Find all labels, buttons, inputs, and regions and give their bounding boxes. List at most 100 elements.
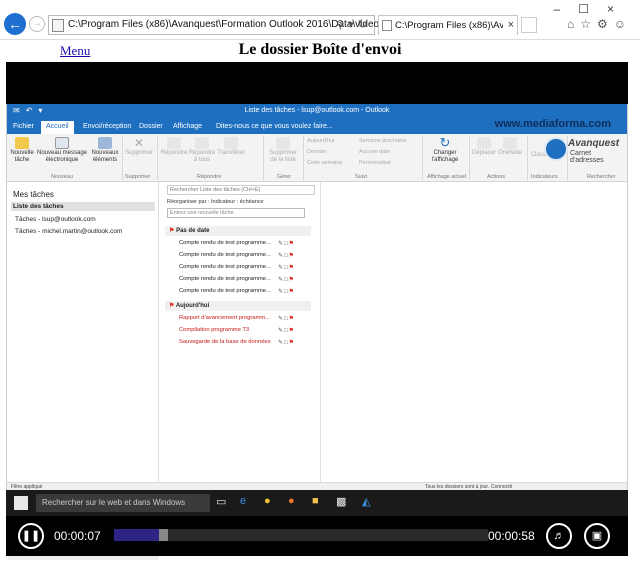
firefox-icon[interactable]: ● [288,495,295,507]
new-email-button[interactable]: Nouveau message électronique [35,137,89,164]
group-header-today[interactable]: ⚑ Aujourd'hui [165,301,311,311]
tab-fichier[interactable]: Fichier [13,123,34,130]
forward-button[interactable]: → [29,16,45,32]
delete-x-icon: ✕ [133,136,145,150]
task-row-overdue[interactable]: Sauvegarde de la base de données [179,339,271,345]
window-controls[interactable]: –☐× [554,2,632,16]
outlook-window-title: Liste des tâches - lsup@outlook.com - Ou… [244,107,390,114]
task-row-overdue[interactable]: Rapport d'avancement programm... [179,315,270,321]
separator [263,136,264,180]
separator [122,136,123,180]
task-search-input[interactable]: Rechercher Liste des tâches (Ctrl+E) [167,185,315,195]
edge-icon[interactable]: e [240,495,246,507]
page-icon [52,19,64,32]
followup-tomorrow[interactable]: Demain [307,149,326,155]
new-tab-button[interactable] [521,17,537,33]
tab-page-icon [382,20,392,31]
task-row[interactable]: Compte rendu de test programme... [179,252,271,258]
task-row-icons[interactable]: ✎□⚑ [278,276,308,283]
task-row[interactable]: Compte rendu de test programme... [179,288,271,294]
task-row-icons[interactable]: ✎□⚑ [278,264,308,271]
tab-accueil[interactable]: Accueil [41,121,74,134]
onenote-icon [503,137,517,149]
forward-icon [224,137,238,149]
new-items-icon [98,137,112,149]
task-row-overdue[interactable]: Compilation programme T3 [179,327,249,333]
flag-icon: ⚑ [169,303,175,309]
windows-start-icon[interactable] [14,496,28,510]
group-gerer: Gérer [277,174,292,180]
task-row-icons[interactable]: ✎□⚑ [278,252,308,259]
task-row[interactable]: Compte rendu de test programme... [179,240,271,246]
task-row-icons[interactable]: ✎□⚑ [278,327,308,334]
tell-me-box[interactable]: Dites-nous ce que vous voulez faire... [216,123,333,130]
followup-custom[interactable]: Personnalisé [359,160,391,166]
tab-envoi-reception[interactable]: Envoi/réception [83,123,131,130]
total-time: 00:00:58 [488,529,535,543]
tab-affichage[interactable]: Affichage [173,123,202,130]
remove-from-list-button[interactable]: Supprimer de la liste [265,137,301,164]
current-time: 00:00:07 [54,529,101,543]
sort-by-label[interactable]: Réorganiser par : Indicateur : échéance [167,199,264,205]
followup-no-date[interactable]: Aucune date [359,149,390,155]
refresh-view-icon: ↻ [439,135,451,150]
group-label: Aujourd'hui [175,303,210,309]
reading-pane [322,182,627,482]
reply-all-button[interactable]: Répondre à tous [188,137,216,164]
onenote-button[interactable]: OneNote [497,137,523,157]
fullscreen-button[interactable]: ▣ [584,523,610,549]
progress-bar[interactable] [114,529,488,541]
new-task-input[interactable]: Entrez une nouvelle tâche [167,208,305,218]
onenote-label: OneNote [497,150,522,156]
new-items-label: Nouveaux éléments [91,150,119,163]
address-bar[interactable]: C:\Program Files (x86)\Avanquest\Formati… [48,15,412,35]
tab-dossier[interactable]: Dossier [139,123,163,130]
move-button[interactable]: Déplacer [471,137,497,157]
change-view-button[interactable]: ↻ Changer l'affichage [425,135,465,164]
page-scrollbar[interactable] [628,62,640,556]
remove-from-list-label: Supprimer de la liste [269,150,297,163]
task-row-icons[interactable]: ✎□⚑ [278,315,308,322]
folder-tasks-lsup[interactable]: Tâches - lsup@outlook.com [15,216,96,223]
reply-button[interactable]: Répondre [159,137,189,157]
pause-button[interactable]: ❚❚ [18,523,44,549]
task-row[interactable]: Compte rendu de test programme... [179,264,271,270]
browser-command-icons[interactable]: ⌂☆⚙☺ [567,17,632,31]
new-items-button[interactable]: Nouveaux éléments [89,137,121,164]
store-icon[interactable]: ▩ [336,495,346,508]
group-header-no-date[interactable]: ⚑ Pas de date [165,226,311,236]
browser-tab[interactable]: C:\Program Files (x86)\Avan... × [378,15,518,35]
folder-tasks-michel[interactable]: Tâches - michel.martin@outlook.com [15,228,122,235]
reply-label: Répondre [160,150,188,156]
followup-next-week[interactable]: Semaine prochaine [359,138,406,144]
outlook-taskbar-icon[interactable]: ◭ [362,495,370,508]
task-row-icons[interactable]: ✎□⚑ [278,240,308,247]
followup-today[interactable]: Aujourd'hui [307,138,334,144]
ribbon: Nouvelle tâche Nouveau message électroni… [7,134,627,182]
delete-button[interactable]: ✕ Supprimer [124,137,154,157]
logo-name: Avanquest [568,138,620,149]
volume-button[interactable]: ♬ [546,523,572,549]
taskbar-search[interactable]: Rechercher sur le web et dans Windows [36,494,210,512]
task-view-icon[interactable]: ▭ [216,495,226,508]
logo-circle-icon [544,137,568,161]
address-book-button[interactable]: Carnet d'adresses [570,150,624,164]
back-button[interactable]: ← [4,13,26,35]
avanquest-logo: Avanquest Carnet d'adresses [544,137,624,165]
close-tab-icon[interactable]: × [508,19,514,31]
group-nouveau: Nouveau [51,174,74,180]
my-tasks-header[interactable]: Mes tâches [13,190,54,199]
new-task-button[interactable]: Nouvelle tâche [9,137,35,164]
task-row-icons[interactable]: ✎□⚑ [278,339,308,346]
file-explorer-icon[interactable]: ■ [312,495,319,507]
progress-knob[interactable] [158,529,168,541]
folder-task-list[interactable]: Liste des tâches [11,202,155,211]
task-row[interactable]: Compte rendu de test programme... [179,276,271,282]
forward-mail-button[interactable]: Transférer [216,137,246,157]
chrome-icon[interactable]: ● [264,495,271,507]
followup-this-week[interactable]: Cette semaine [307,160,342,166]
new-task-icon [15,137,29,149]
task-row-icons[interactable]: ✎□⚑ [278,288,308,295]
separator [303,136,304,180]
address-tools-icons[interactable]: ⚲▾↻ [336,18,371,31]
